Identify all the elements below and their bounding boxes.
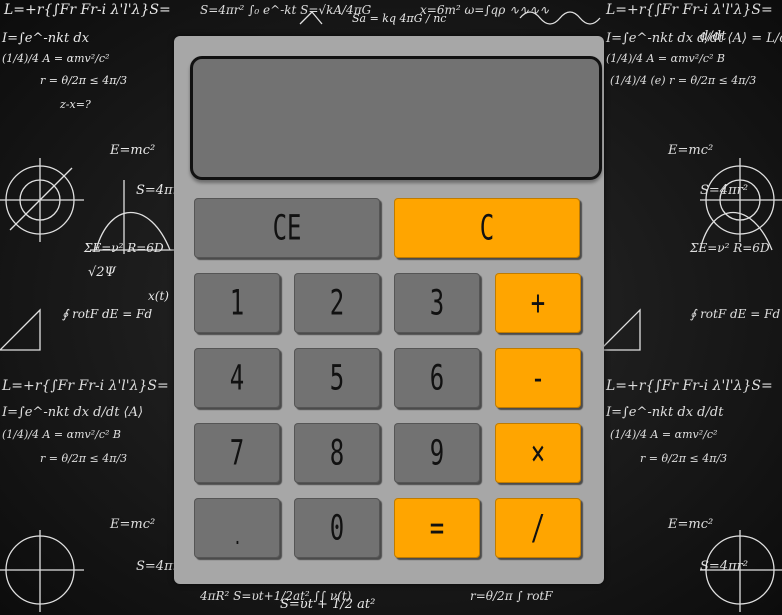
calculator-body: CE C 1 2 3 + 4 5 6 - 7 8 9 × . 0 = / (174, 36, 604, 584)
formula-9: ∮ rotF dE = Fd (62, 307, 152, 321)
svg-text:L=+r{∫Fr Fr-i λ'l'λ}S=: L=+r{∫Fr Fr-i λ'l'λ}S= (605, 2, 773, 18)
clear-button[interactable]: C (394, 198, 580, 258)
digit-1-button[interactable]: 1 (194, 273, 280, 333)
svg-text:E=mc²: E=mc² (667, 143, 713, 158)
formula-14: x(t) (148, 289, 169, 303)
svg-text:(1/4)/4 A = αmv²/c²: (1/4)/4 A = αmv²/c² (610, 428, 717, 441)
clear-entry-label: CE (272, 207, 302, 249)
svg-text:4πR² S=υt+1/2at² ∫∫ ν(t): 4πR² S=υt+1/2at² ∫∫ ν(t) (199, 589, 352, 603)
formula-3: (1/4)/4 A = αmv²/c² (2, 52, 109, 65)
svg-text:I=∫e^-nkt dx d/dt ⟨A⟩: I=∫e^-nkt dx d/dt ⟨A⟩ (1, 405, 143, 420)
multiply-label: × (530, 432, 546, 474)
svg-text:I=∫e^-nkt dx d/dt: I=∫e^-nkt dx d/dt (605, 405, 724, 420)
digit-2-button[interactable]: 2 (294, 273, 380, 333)
digit-7-label: 7 (229, 432, 245, 474)
formula-4: r = θ/2π ≤ 4π/3 (40, 74, 127, 87)
svg-text:(1/4)/4 (e) r = θ/2π ≤ 4π/3: (1/4)/4 (e) r = θ/2π ≤ 4π/3 (610, 74, 756, 87)
formula-5: E=mc² (109, 143, 155, 158)
formula-8: √2Ψ (88, 265, 117, 280)
svg-text:S=4πr² ∫₀ e^-kt S=√kA/4πG: S=4πr² ∫₀ e^-kt S=√kA/4πG (200, 3, 372, 17)
equals-button[interactable]: = (394, 498, 480, 558)
digit-8-button[interactable]: 8 (294, 423, 380, 483)
svg-text:I=∫e^-nkt dx d/dt ⟨A⟩ = L/c: I=∫e^-nkt dx d/dt ⟨A⟩ = L/c (605, 31, 782, 46)
divide-label: / (530, 507, 546, 549)
equals-label: = (429, 507, 445, 549)
svg-text:E=mc²: E=mc² (109, 517, 155, 532)
digit-8-label: 8 (329, 432, 345, 474)
digit-3-button[interactable]: 3 (394, 273, 480, 333)
plus-label: + (530, 282, 546, 324)
svg-text:L=+r{∫Fr Fr-i λ'l'λ}S=: L=+r{∫Fr Fr-i λ'l'λ}S= (605, 378, 773, 394)
svg-text:r=θ/2π ∫ rotF: r=θ/2π ∫ rotF (470, 589, 553, 603)
svg-text:x=6m² ω=∫qρ ∿∿∿∿: x=6m² ω=∫qρ ∿∿∿∿ (420, 3, 549, 17)
svg-text:∮ rotF dE = Fd: ∮ rotF dE = Fd (690, 307, 780, 321)
svg-text:(1/4)/4 A = αmv²/c² B: (1/4)/4 A = αmv²/c² B (2, 428, 121, 441)
calculator-display (190, 56, 602, 180)
digit-7-button[interactable]: 7 (194, 423, 280, 483)
digit-9-button[interactable]: 9 (394, 423, 480, 483)
digit-4-button[interactable]: 4 (194, 348, 280, 408)
digit-6-button[interactable]: 6 (394, 348, 480, 408)
digit-6-label: 6 (429, 357, 445, 399)
digit-0-label: 0 (329, 507, 345, 549)
clear-entry-button[interactable]: CE (194, 198, 380, 258)
digit-3-label: 3 (429, 282, 445, 324)
digit-0-button[interactable]: 0 (294, 498, 380, 558)
svg-text:r = θ/2π ≤ 4π/3: r = θ/2π ≤ 4π/3 (640, 452, 727, 465)
digit-9-label: 9 (429, 432, 445, 474)
digit-5-label: 5 (329, 357, 345, 399)
svg-text:r = θ/2π ≤ 4π/3: r = θ/2π ≤ 4π/3 (40, 452, 127, 465)
divide-button[interactable]: / (495, 498, 581, 558)
clear-label: C (479, 207, 495, 249)
formula-13: z-x=? (59, 98, 91, 111)
digit-4-label: 4 (229, 357, 245, 399)
svg-text:(1/4)/4 A = αmv²/c² B: (1/4)/4 A = αmv²/c² B (606, 52, 725, 65)
digit-1-label: 1 (229, 282, 245, 324)
svg-text:E=mc²: E=mc² (667, 517, 713, 532)
svg-text:L=+r{∫Fr Fr-i λ'l'λ}S=: L=+r{∫Fr Fr-i λ'l'λ}S= (1, 378, 169, 394)
formula-2: I=∫e^-nkt dx (1, 31, 90, 46)
formula-1: L=+r{∫Fr Fr-i λ'l'λ}S= (3, 2, 171, 18)
digit-5-button[interactable]: 5 (294, 348, 380, 408)
minus-label: - (530, 357, 546, 399)
decimal-point-button[interactable]: . (194, 498, 280, 558)
decimal-point-label: . (232, 525, 242, 550)
minus-button[interactable]: - (495, 348, 581, 408)
digit-2-label: 2 (329, 282, 345, 324)
multiply-button[interactable]: × (495, 423, 581, 483)
plus-button[interactable]: + (495, 273, 581, 333)
